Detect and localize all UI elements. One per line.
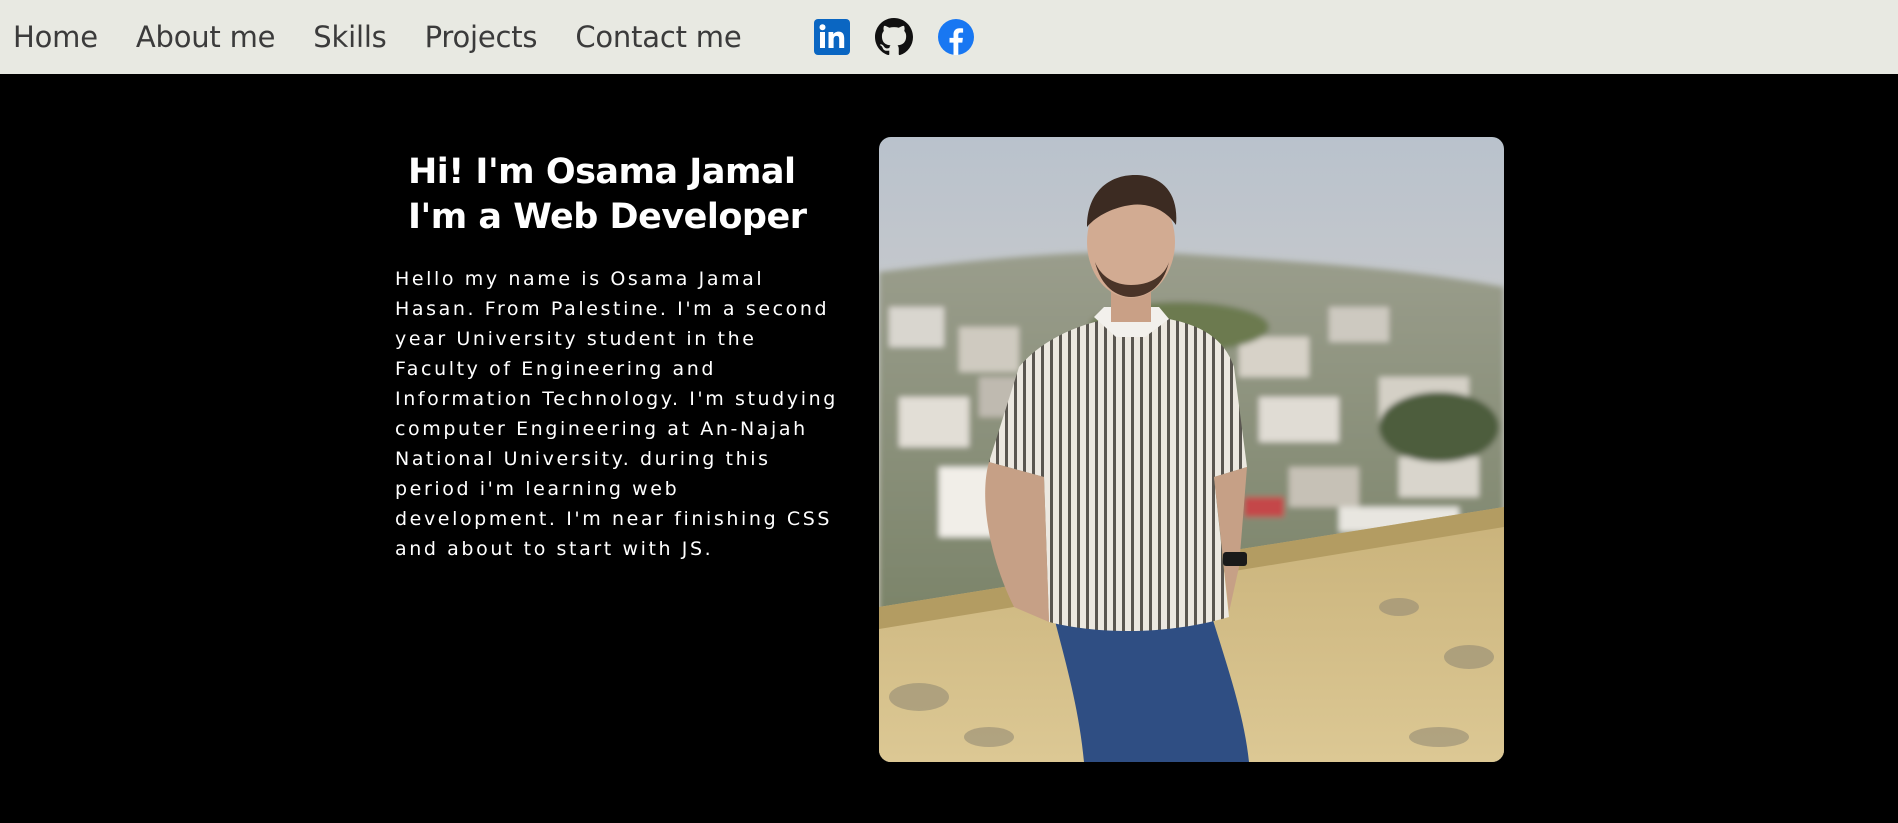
nav-link-projects[interactable]: Projects bbox=[425, 20, 538, 54]
nav-link-skills[interactable]: Skills bbox=[313, 20, 386, 54]
nav-link-home[interactable]: Home bbox=[13, 20, 98, 54]
hero-title-line-2: I'm a Web Developer bbox=[408, 197, 807, 237]
nav-link-contact-me[interactable]: Contact me bbox=[575, 20, 741, 54]
hero-title: Hi! I'm Osama Jamal I'm a Web Developer bbox=[408, 150, 855, 240]
hero-title-line-1: Hi! I'm Osama Jamal bbox=[408, 152, 796, 192]
navbar: Home About me Skills Projects Contact me bbox=[0, 0, 1898, 74]
hero-text: Hi! I'm Osama Jamal I'm a Web Developer … bbox=[395, 150, 855, 564]
facebook-icon[interactable] bbox=[937, 18, 975, 56]
nav-link-about-me[interactable]: About me bbox=[136, 20, 276, 54]
social-links bbox=[813, 18, 999, 56]
github-icon[interactable] bbox=[875, 18, 914, 56]
profile-photo bbox=[879, 137, 1504, 762]
hero-bio: Hello my name is Osama Jamal Hasan. From… bbox=[395, 268, 838, 560]
nav-links: Home About me Skills Projects Contact me bbox=[13, 20, 779, 54]
linkedin-icon[interactable] bbox=[813, 18, 851, 56]
hero-section: Hi! I'm Osama Jamal I'm a Web Developer … bbox=[0, 74, 1898, 823]
